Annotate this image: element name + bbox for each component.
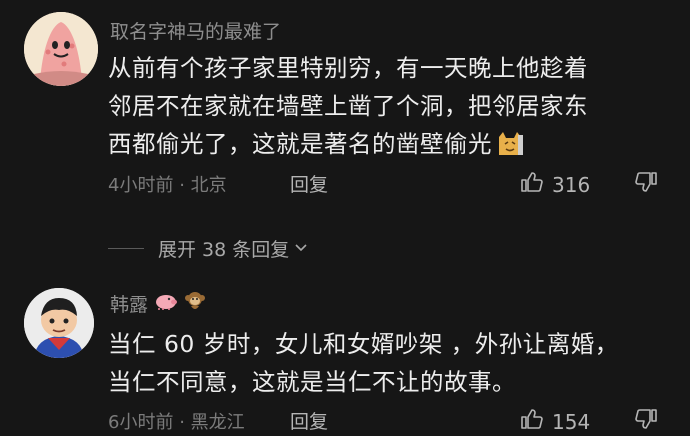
comment-line: 当仁不同意，这就是当仁不让的故事。 — [108, 368, 516, 396]
like-count: 154 — [552, 409, 591, 434]
comment-location: 北京 — [190, 175, 227, 196]
avatar[interactable] — [24, 12, 98, 86]
comment-line: 邻居不在家就在墙壁上凿了个洞，把邻居家东 — [108, 92, 588, 120]
comment-line: 西都偷光了，这就是著名的凿壁偷光 — [108, 125, 668, 163]
comment-text: 从前有个孩子家里特别穷，有一天晚上他趁着 邻居不在家就在墙壁上凿了个洞，把邻居家… — [108, 49, 668, 163]
thumbs-down-icon — [634, 172, 658, 198]
avatar[interactable] — [24, 288, 94, 358]
username[interactable]: 取名字神马的最难了 — [110, 17, 281, 44]
expand-replies-button[interactable]: 展开 38 条回复 — [108, 235, 309, 262]
expand-replies-label: 展开 38 条回复 — [158, 239, 290, 261]
like-count: 316 — [552, 172, 591, 197]
monkey-badge-icon — [184, 290, 206, 317]
dislike-button[interactable] — [634, 170, 658, 198]
comment-line-text: 西都偷光了，这就是著名的凿壁偷光 — [108, 130, 492, 158]
username-text: 韩露 — [110, 294, 149, 316]
chevron-down-icon — [293, 238, 309, 260]
pig-badge-icon — [154, 292, 178, 315]
meta-separator: · — [179, 412, 185, 433]
comment-time: 4小时前 — [108, 175, 174, 196]
comment-meta: 6小时前 · 黑龙江 — [108, 408, 245, 434]
reply-button[interactable]: 回复 — [290, 170, 328, 197]
thumbs-down-icon — [634, 409, 658, 435]
meta-separator: · — [179, 175, 185, 196]
comment-time: 6小时前 — [108, 412, 174, 433]
comment-line: 当仁 60 岁时，女儿和女婿吵架 ，外孙让离婚， — [108, 330, 619, 358]
comment-meta: 4小时前 · 北京 — [108, 171, 227, 197]
thumbs-up-icon — [520, 407, 544, 436]
comment-text: 当仁 60 岁时，女儿和女婿吵架 ，外孙让离婚， 当仁不同意，这就是当仁不让的故… — [108, 325, 668, 401]
comment-location: 黑龙江 — [190, 412, 245, 433]
divider-dash — [108, 248, 144, 249]
like-button[interactable]: 154 — [520, 407, 590, 436]
cat-emoji-icon — [496, 129, 524, 157]
thumbs-up-icon — [520, 170, 544, 199]
username[interactable]: 韩露 — [110, 290, 206, 317]
comment-line: 从前有个孩子家里特别穷，有一天晚上他趁着 — [108, 54, 588, 82]
dislike-button[interactable] — [634, 407, 658, 435]
like-button[interactable]: 316 — [520, 170, 590, 199]
reply-button[interactable]: 回复 — [290, 407, 328, 434]
